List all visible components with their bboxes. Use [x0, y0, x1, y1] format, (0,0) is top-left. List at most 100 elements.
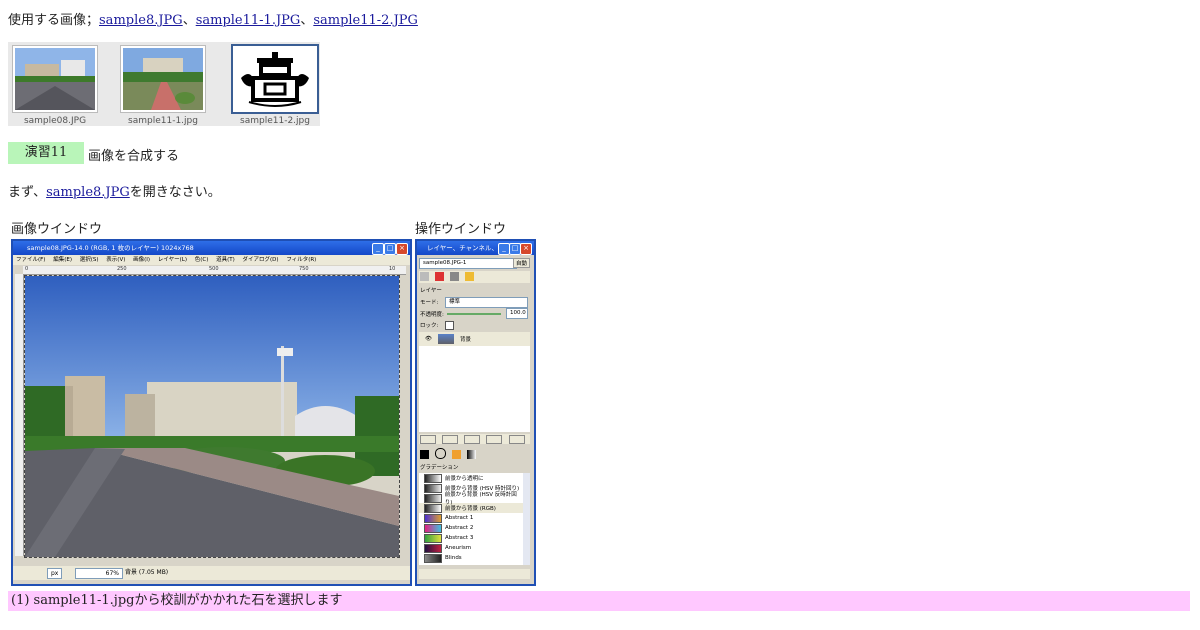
image-window-titlebar: sample08.JPG-14.0 (RGB, 1 枚のレイヤー) 1024x7… [13, 241, 410, 255]
ops-close-button[interactable]: × [520, 243, 532, 255]
gradient-list: 前景から透明に 前景から背景 (HSV 時計回り) 前景から背景 (HSV 反時計回… [419, 473, 523, 565]
menu-filters[interactable]: フィルタ(R) [286, 257, 316, 263]
menu-dialogs[interactable]: ダイアログ(D) [243, 257, 279, 263]
link-sample8[interactable]: sample8.JPG [99, 13, 183, 28]
gradient-swatch [424, 553, 442, 563]
layer-row[interactable]: 👁 背景 [419, 332, 530, 346]
menu-color[interactable]: 色(C) [195, 257, 209, 263]
thumbnail-caption: sample11-2.jpg [240, 116, 310, 126]
ops-window-label: 操作ウインドウ [415, 222, 507, 237]
opacity-slider[interactable] [447, 313, 501, 315]
gradient-swatch [424, 543, 442, 553]
menu-layer[interactable]: レイヤー(L) [158, 257, 187, 263]
gradient-swatch [424, 493, 442, 503]
eye-icon[interactable]: 👁 [425, 336, 432, 342]
thumbnail-sample08[interactable]: sample08.JPG [13, 46, 97, 126]
gradient-item[interactable]: 前景から透明に [419, 473, 523, 483]
channels-tab-icon[interactable] [435, 272, 445, 281]
menu-file[interactable]: ファイル(F) [16, 257, 45, 263]
lock-checkbox[interactable] [445, 321, 454, 330]
menu-view[interactable]: 表示(V) [106, 257, 125, 263]
auto-button[interactable]: 自動 [512, 258, 530, 268]
layers-label: レイヤー [420, 288, 442, 294]
gradient-name: Aneurism [445, 545, 472, 551]
gradient-swatch [424, 483, 442, 493]
link-sample11-2[interactable]: sample11-2.JPG [313, 13, 418, 28]
pattern-icon[interactable] [452, 450, 462, 459]
gradient-item[interactable]: Aneurism [419, 543, 523, 553]
menu-select[interactable]: 選択(S) [80, 257, 99, 263]
image-selector-row: sample08.JPG-1 自動 [419, 257, 530, 269]
lock-label: ロック: [420, 323, 439, 329]
link-sample8-open[interactable]: sample8.JPG [46, 185, 130, 200]
gradient-swatch [424, 523, 442, 533]
gradient-swatch [424, 473, 442, 483]
gradient-name: Abstract 3 [445, 535, 474, 541]
gradient-item[interactable]: Abstract 1 [419, 513, 523, 523]
layers-tab-icon[interactable] [420, 272, 429, 281]
exercise-badge: 演習11 [8, 142, 84, 164]
opacity-label: 不透明度: [420, 312, 444, 318]
thumbnail-image [233, 46, 317, 112]
thumbnail-sample11-2[interactable]: sample11-2.jpg [233, 46, 317, 126]
gradient-name: Blinds [445, 555, 462, 561]
image-canvas[interactable] [24, 275, 400, 558]
gradient-name: 前景から透明に [445, 476, 484, 482]
gradient-item[interactable]: Abstract 3 [419, 533, 523, 543]
image-window-statusbar: px 67% 背景 (7.05 MB) [13, 566, 410, 580]
thumbnail-strip: sample08.JPG sample11-1.jpg sample11-2.j… [8, 42, 320, 126]
image-window-label: 画像ウインドウ [11, 222, 103, 237]
intro-prefix: 使用する画像； [8, 13, 100, 28]
new-layer-button[interactable] [420, 435, 436, 444]
brush-icon[interactable] [435, 448, 447, 459]
ops-window: レイヤー、チャンネル、パス... _ □ × sample08.JPG-1 自動… [415, 239, 536, 586]
menu-edit[interactable]: 編集(E) [53, 257, 72, 263]
dock-tabs [419, 271, 530, 283]
intro-line: 使用する画像；sample8.JPG、sample11-1.JPG、sample… [8, 13, 418, 28]
thumbnail-caption: sample11-1.jpg [128, 116, 198, 126]
gradient-name: Abstract 1 [445, 515, 474, 521]
horizontal-ruler: 0 250 500 750 10 [23, 266, 406, 275]
thumbnail-caption: sample08.JPG [23, 116, 87, 126]
menu-tools[interactable]: 道具(T) [216, 257, 235, 263]
thumbnail-sample11-1[interactable]: sample11-1.jpg [121, 46, 205, 126]
unit-select[interactable]: px [47, 568, 63, 579]
gradient-scrollbar[interactable] [523, 473, 530, 565]
gradient-item[interactable]: Blinds [419, 553, 523, 563]
image-window-menubar: ファイル(F) 編集(E) 選択(S) 表示(V) 画像(I) レイヤー(L) … [13, 255, 410, 265]
image-select[interactable]: sample08.JPG-1 [419, 258, 517, 269]
status-info: 背景 (7.05 MB) [125, 569, 169, 576]
gradient-item[interactable]: Abstract 2 [419, 523, 523, 533]
raise-layer-button[interactable] [442, 435, 459, 444]
gradient-name: 前景から背景 (RGB) [445, 506, 496, 512]
lower-layer-button[interactable] [464, 435, 481, 444]
paths-tab-icon[interactable] [450, 272, 460, 281]
image-window-title: sample08.JPG-14.0 (RGB, 1 枚のレイヤー) 1024x7… [27, 244, 194, 252]
link-sample11-1[interactable]: sample11-1.JPG [196, 13, 301, 28]
gradient-buttons [419, 569, 530, 579]
close-button[interactable]: × [396, 243, 408, 255]
opacity-input[interactable]: 100.0 [506, 308, 528, 319]
fg-bg-tools [419, 447, 530, 459]
gradient-item[interactable]: 前景から背景 (HSV 反時計回り) [419, 492, 523, 506]
mode-select[interactable]: 標準 [445, 297, 528, 308]
duplicate-layer-button[interactable] [486, 435, 503, 444]
layers-list: 👁 背景 [419, 332, 530, 432]
delete-layer-button[interactable] [508, 435, 525, 444]
thumbnail-image [121, 46, 205, 112]
gradient-swatch [424, 513, 442, 523]
foreground-color-icon[interactable] [420, 450, 429, 459]
maximize-button[interactable]: □ [384, 243, 396, 255]
gradient-swatch [424, 533, 442, 543]
thumbnail-image [13, 46, 97, 112]
gradient-icon[interactable] [467, 450, 477, 459]
image-window: sample08.JPG-14.0 (RGB, 1 枚のレイヤー) 1024x7… [11, 239, 412, 586]
mode-label: モード: [420, 300, 439, 306]
minimize-button[interactable]: _ [372, 243, 384, 255]
layer-name[interactable]: 背景 [460, 335, 471, 343]
undo-tab-icon[interactable] [465, 272, 475, 281]
menu-image[interactable]: 画像(I) [133, 257, 150, 263]
vertical-ruler [15, 274, 24, 556]
zoom-select[interactable]: 67% [75, 568, 123, 579]
layer-buttons [419, 434, 530, 444]
